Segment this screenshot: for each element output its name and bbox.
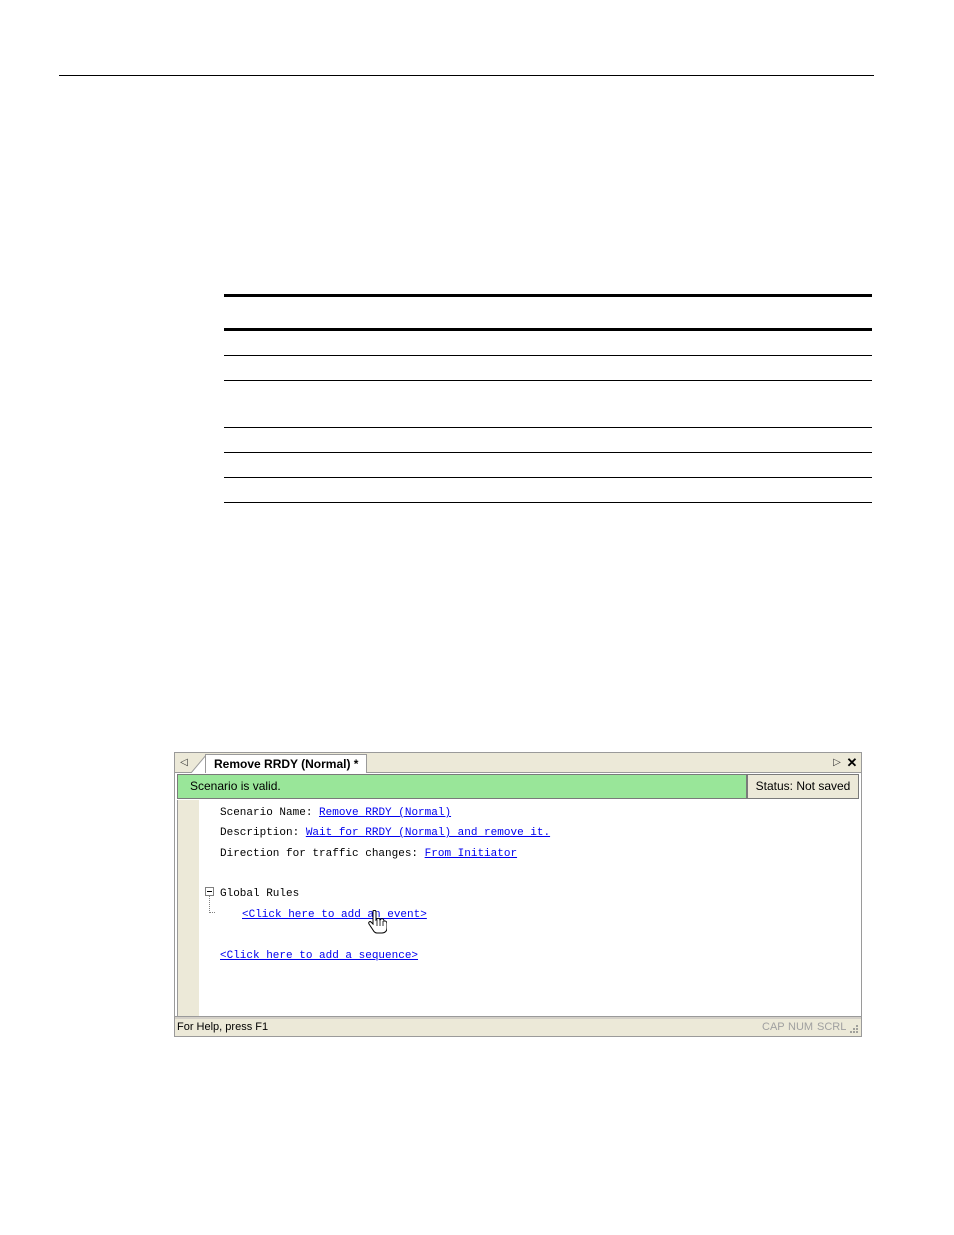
caps-lock-indicator: CAP (762, 1021, 785, 1033)
tab-scroll-left-icon[interactable]: ◁ (178, 756, 190, 769)
table-top-rule (224, 294, 872, 297)
collapse-icon[interactable] (205, 887, 214, 896)
close-icon[interactable]: ✕ (845, 755, 859, 770)
table-header-rule (224, 328, 872, 331)
tab-bar: ◁ Remove RRDY (Normal) * ▷ ✕ (175, 753, 861, 773)
scenario-name-label: Scenario Name: (220, 807, 320, 819)
table-row-rule (224, 477, 872, 478)
status-bar: For Help, press F1 CAP NUM SCRL (175, 1019, 861, 1036)
hand-cursor-icon (368, 910, 387, 934)
table-bottom-rule (224, 502, 872, 503)
tree-connector (209, 912, 215, 914)
scenario-name-line: Scenario Name: Remove RRDY (Normal) (220, 806, 451, 820)
table-row-rule (224, 452, 872, 453)
global-rules-label: Global Rules (220, 888, 300, 900)
page-header-rule (59, 75, 874, 76)
validation-message: Scenario is valid. (177, 774, 747, 799)
description-link[interactable]: Wait for RRDY (Normal) and remove it. (306, 827, 550, 839)
add-event-link[interactable]: <Click here to add an event> (242, 908, 427, 922)
editor-gutter (177, 800, 199, 1016)
tab-scroll-right-icon[interactable]: ▷ (831, 756, 843, 769)
direction-label: Direction for traffic changes: (220, 848, 425, 860)
description-line: Description: Wait for RRDY (Normal) and … (220, 826, 550, 840)
direction-line: Direction for traffic changes: From Init… (220, 847, 517, 861)
num-lock-indicator: NUM (788, 1021, 814, 1033)
save-status: Status: Not saved (747, 774, 859, 799)
description-label: Description: (220, 827, 306, 839)
scenario-editor-window: ◁ Remove RRDY (Normal) * ▷ ✕ Scenario is… (174, 752, 862, 1037)
tab-remove-rrdy[interactable]: Remove RRDY (Normal) * (205, 754, 368, 773)
resize-grip-icon[interactable] (849, 1022, 859, 1034)
direction-link[interactable]: From Initiator (425, 848, 517, 860)
table-row-rule (224, 355, 872, 356)
scroll-lock-indicator: SCRL (817, 1021, 847, 1033)
help-hint: For Help, press F1 (177, 1021, 269, 1033)
add-sequence-link[interactable]: <Click here to add a sequence> (220, 949, 418, 963)
scenario-name-link[interactable]: Remove RRDY (Normal) (319, 807, 451, 819)
table-row-rule (224, 380, 872, 381)
tree-connector (209, 896, 211, 913)
table-row-rule (224, 427, 872, 428)
scenario-editor: Scenario Name: Remove RRDY (Normal) Desc… (199, 800, 861, 1016)
